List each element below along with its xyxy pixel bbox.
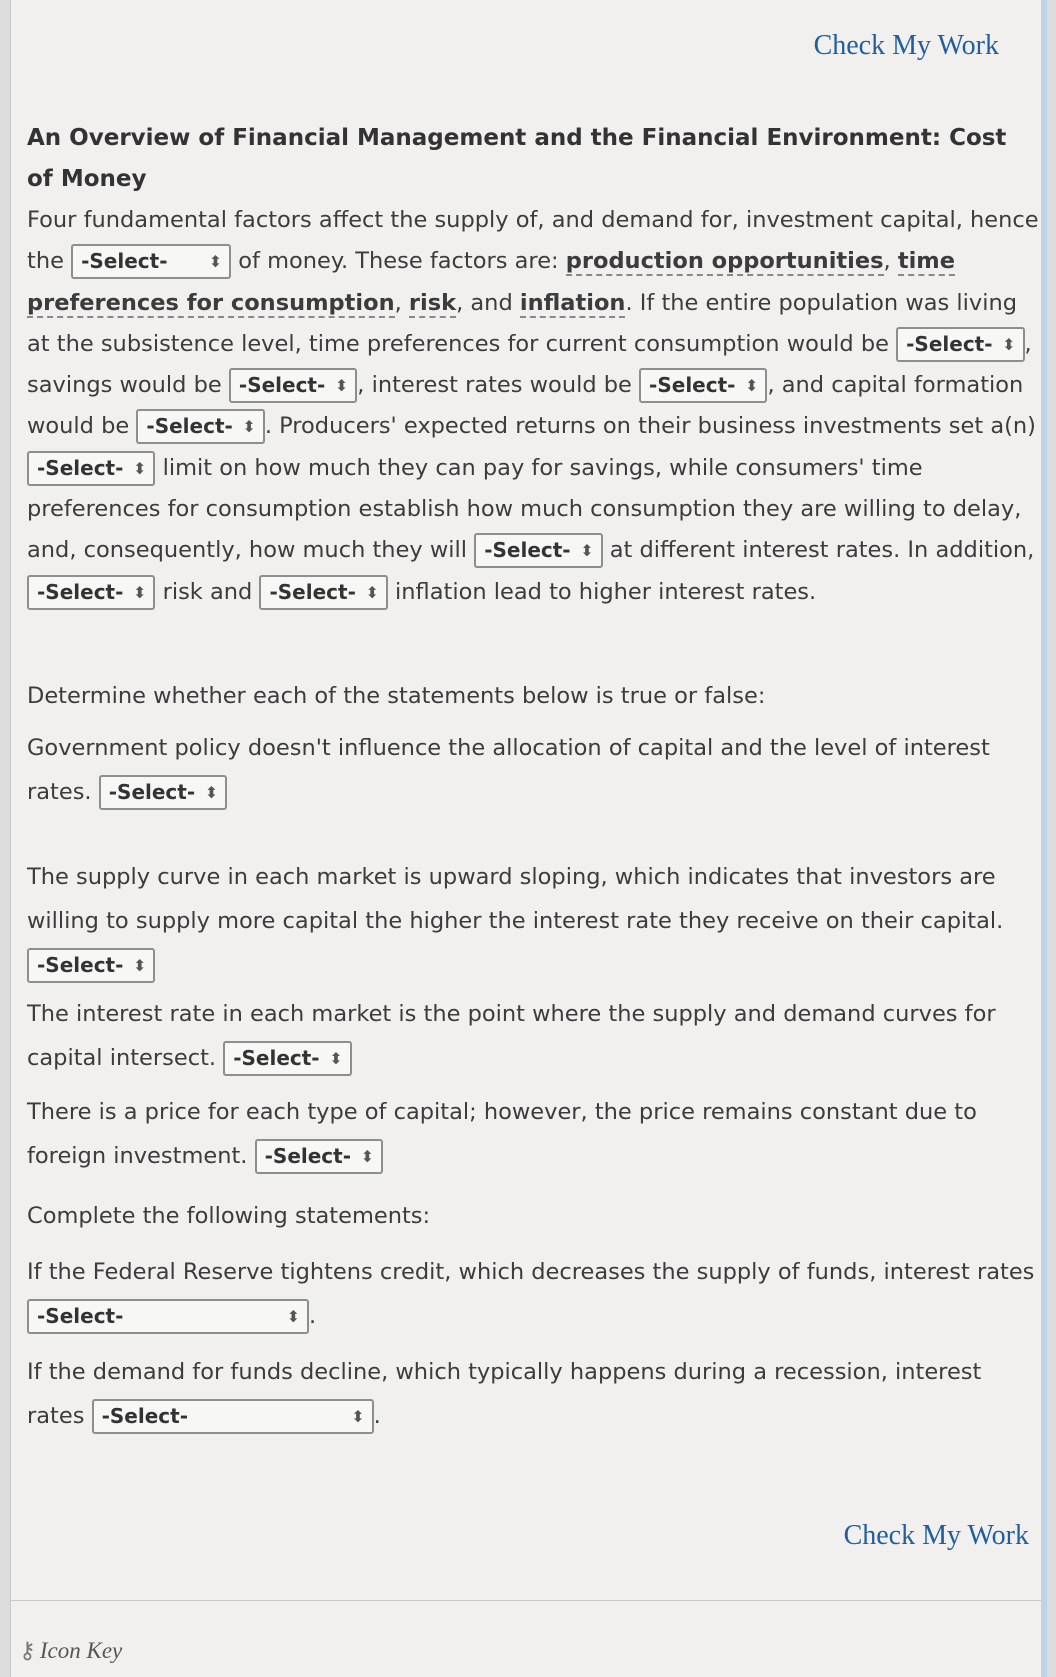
icon-key-link[interactable]: ⚷ Icon Key (19, 1638, 122, 1664)
updown-arrow-icon: ⬍ (329, 1049, 343, 1068)
select-fed-tightens[interactable]: -Select- ⬍ (27, 1299, 309, 1334)
updown-arrow-icon: ⬍ (580, 541, 594, 561)
updown-arrow-icon: ⬍ (1002, 334, 1016, 354)
page-title: An Overview of Financial Management and … (27, 125, 1007, 192)
complete-statement-2: If the demand for funds decline, which t… (27, 1350, 1039, 1438)
updown-arrow-icon: ⬍ (745, 376, 759, 396)
term-risk[interactable]: risk (408, 289, 457, 318)
key-icon: ⚷ (19, 1638, 36, 1663)
updown-arrow-icon: ⬍ (286, 1307, 300, 1326)
updown-arrow-icon: ⬍ (360, 1147, 375, 1166)
complete-statement-1: If the Federal Reserve tightens credit, … (27, 1250, 1039, 1338)
select-capital-formation[interactable]: -Select- ⬍ (136, 409, 265, 445)
select-tf-1[interactable]: -Select- ⬍ (98, 775, 228, 810)
select-time-preferences[interactable]: -Select- ⬍ (896, 326, 1025, 362)
select-tf-3[interactable]: -Select- ⬍ (223, 1041, 352, 1076)
updown-arrow-icon: ⬍ (133, 458, 147, 478)
footer-divider (11, 1600, 1041, 1601)
select-inflation-level[interactable]: -Select- ⬍ (259, 574, 388, 610)
updown-arrow-icon: ⬍ (242, 417, 256, 437)
select-save[interactable]: -Select- ⬍ (474, 533, 603, 569)
select-tf-4[interactable]: -Select- ⬍ (254, 1139, 384, 1174)
select-cost-price[interactable]: -Select- ⬍ (71, 244, 232, 280)
true-false-intro: Determine whether each of the statements… (27, 683, 766, 709)
select-tf-2[interactable]: -Select- ⬍ (27, 948, 156, 983)
tf-statement-3: The interest rate in each market is the … (27, 992, 1039, 1080)
updown-arrow-icon: ⬍ (365, 582, 379, 602)
term-inflation[interactable]: inflation (519, 289, 626, 318)
updown-arrow-icon: ⬍ (204, 783, 219, 802)
assignment-page: Check My Work An Overview of Financial M… (10, 0, 1047, 1677)
term-production-opportunities[interactable]: production opportunities (565, 248, 884, 277)
updown-arrow-icon: ⬍ (208, 252, 223, 272)
select-risk-level[interactable]: -Select- ⬍ (27, 574, 156, 610)
tf-statement-4: There is a price for each type of capita… (27, 1090, 1039, 1178)
check-my-work-link-bottom[interactable]: Check My Work (844, 1520, 1029, 1552)
select-demand-decline[interactable]: -Select- ⬍ (91, 1399, 374, 1434)
updown-arrow-icon: ⬍ (334, 376, 349, 396)
cost-of-money-paragraph: Four fundamental factors affect the supp… (27, 200, 1039, 613)
complete-intro: Complete the following statements: (27, 1203, 431, 1229)
updown-arrow-icon: ⬍ (133, 956, 147, 975)
tf-statement-2: The supply curve in each market is upwar… (27, 855, 1039, 987)
updown-arrow-icon: ⬍ (351, 1407, 365, 1426)
select-savings[interactable]: -Select- ⬍ (228, 368, 358, 404)
tf-statement-1: Government policy doesn't influence the … (27, 726, 1039, 814)
select-interest-rates[interactable]: -Select- ⬍ (639, 368, 768, 404)
updown-arrow-icon: ⬍ (133, 582, 147, 602)
select-limit[interactable]: -Select- ⬍ (27, 450, 156, 486)
check-my-work-link-top[interactable]: Check My Work (814, 30, 999, 62)
